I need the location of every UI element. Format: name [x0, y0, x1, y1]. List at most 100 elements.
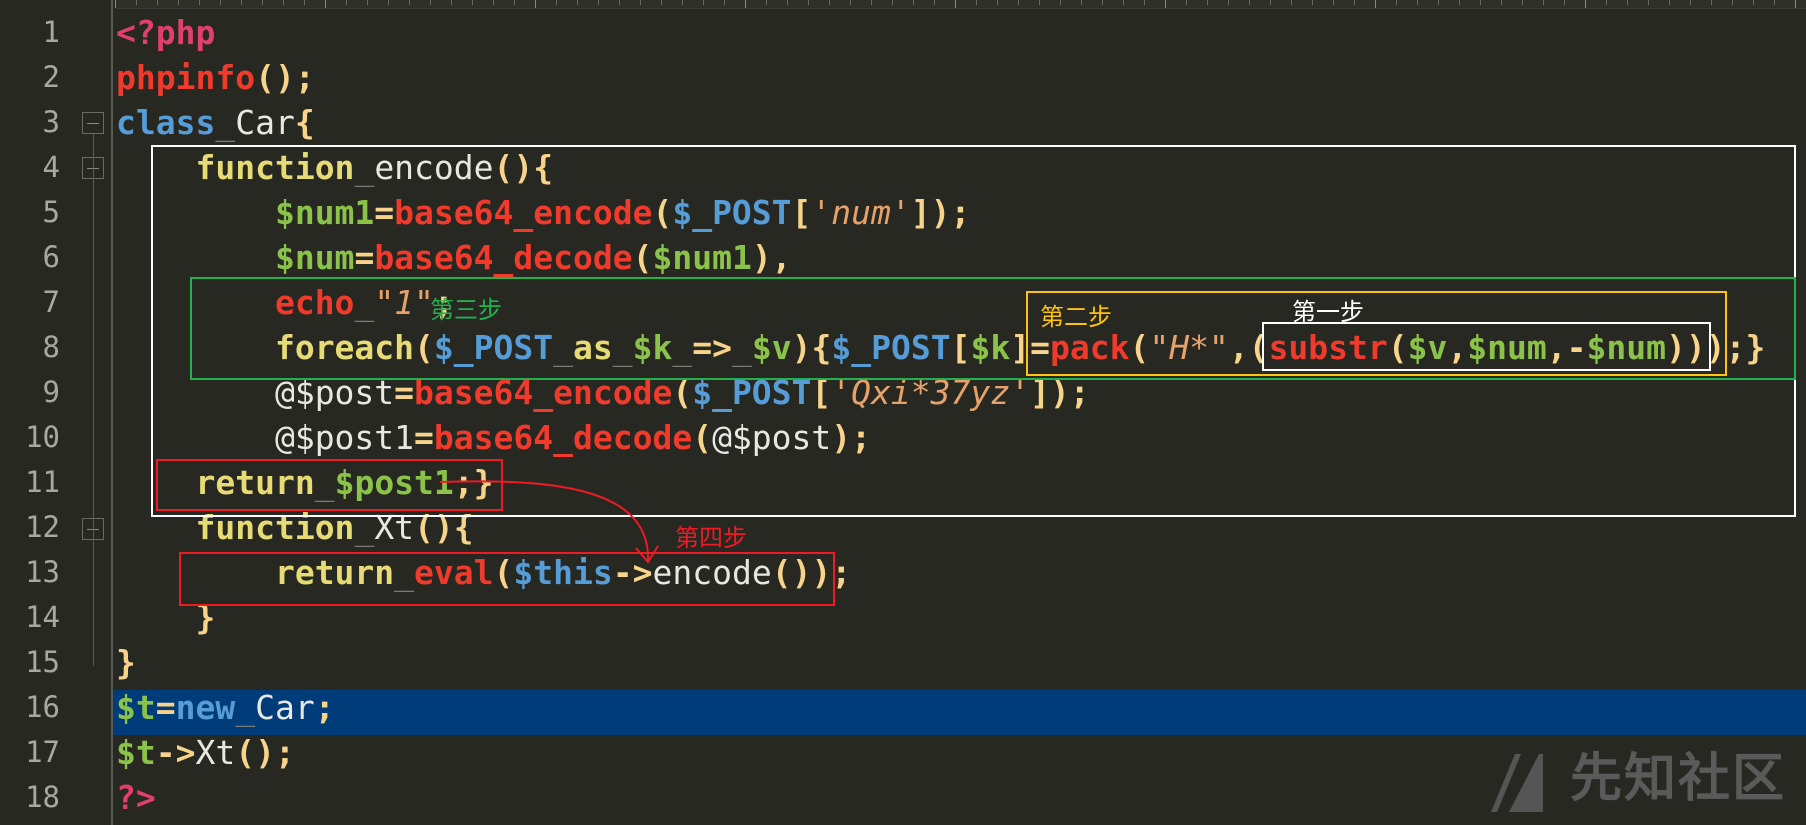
line-number: 12 — [25, 510, 60, 544]
step1-label: 第一步 — [1292, 298, 1364, 326]
ruler-tick — [472, 0, 473, 5]
ruler-tick — [808, 0, 809, 5]
ruler-tick — [241, 0, 242, 5]
ruler-tick — [766, 0, 767, 5]
ruler-tick — [1438, 0, 1439, 5]
step3-label: 第三步 — [430, 296, 502, 324]
ruler-tick — [1753, 0, 1754, 5]
ruler-tick — [388, 0, 389, 5]
code-line[interactable]: 3 class_Car{ — [0, 100, 1806, 145]
code-line[interactable]: 16 $t=new_Car; — [0, 685, 1806, 730]
ruler — [115, 0, 1806, 9]
ruler-tick — [493, 0, 494, 5]
ruler-tick — [1081, 0, 1082, 5]
ruler-tick — [1123, 0, 1124, 5]
ruler-tick — [1039, 0, 1040, 5]
ruler-tick — [724, 0, 725, 5]
ruler-tick — [1396, 0, 1397, 5]
ruler-tick — [1501, 0, 1502, 5]
ruler-tick — [1354, 0, 1355, 5]
code-line[interactable]: 1 <?php — [0, 10, 1806, 55]
ruler-tick — [304, 0, 305, 5]
ruler-tick — [1795, 0, 1796, 8]
code-line[interactable]: 15} — [0, 640, 1806, 685]
ruler-tick — [1669, 0, 1670, 5]
ruler-tick — [220, 0, 221, 5]
ruler-tick — [934, 0, 935, 5]
line-number: 9 — [42, 375, 60, 409]
annotation-red-box-return — [156, 459, 503, 511]
step4-label: 第四步 — [675, 524, 747, 552]
ruler-tick — [913, 0, 914, 5]
line-number: 16 — [25, 690, 60, 724]
ruler-tick — [1648, 0, 1649, 5]
ruler-tick — [598, 0, 599, 5]
ruler-tick — [178, 0, 179, 5]
ruler-tick — [514, 0, 515, 5]
annotation-step1-box — [1262, 322, 1711, 371]
ruler-tick — [1060, 0, 1061, 5]
line-number: 15 — [25, 645, 60, 679]
ruler-tick — [556, 0, 557, 5]
fold-toggle-icon[interactable] — [82, 112, 104, 134]
ruler-tick — [1102, 0, 1103, 5]
line-number: 1 — [42, 15, 60, 49]
ruler-tick — [703, 0, 704, 5]
line-number: 3 — [42, 105, 60, 139]
ruler-tick — [1690, 0, 1691, 5]
line-number: 6 — [42, 240, 60, 274]
ruler-tick — [1207, 0, 1208, 5]
ruler-tick — [619, 0, 620, 5]
line-number: 11 — [25, 465, 60, 499]
ruler-tick — [367, 0, 368, 5]
ruler-tick — [325, 0, 326, 8]
ruler-tick — [1732, 0, 1733, 5]
code-text: $t=new_Car; — [116, 688, 335, 727]
ruler-tick — [1522, 0, 1523, 5]
code-line[interactable]: 2 phpinfo(); — [0, 55, 1806, 100]
line-number: 10 — [25, 420, 60, 454]
ruler-tick — [1459, 0, 1460, 5]
ruler-tick — [1165, 0, 1166, 8]
ruler-tick — [115, 0, 116, 8]
ruler-tick — [682, 0, 683, 5]
line-number: 5 — [42, 195, 60, 229]
ruler-tick — [346, 0, 347, 5]
line-number: 2 — [42, 60, 60, 94]
ruler-tick — [1333, 0, 1334, 5]
ruler-tick — [892, 0, 893, 5]
ruler-tick — [1018, 0, 1019, 5]
ruler-tick — [262, 0, 263, 5]
ruler-tick — [1606, 0, 1607, 5]
code-text: } — [116, 643, 136, 682]
line-number: 17 — [25, 735, 60, 769]
annotation-red-box-eval — [179, 552, 835, 606]
ruler-tick — [1480, 0, 1481, 5]
line-number: 18 — [25, 780, 60, 814]
line-number: 4 — [42, 150, 60, 184]
code-text: ?> — [116, 778, 156, 817]
ruler-tick — [955, 0, 956, 8]
ruler-tick — [136, 0, 137, 5]
ruler-tick — [661, 0, 662, 5]
ruler-tick — [430, 0, 431, 5]
ruler-tick — [1375, 0, 1376, 8]
ruler-tick — [997, 0, 998, 5]
ruler-tick — [976, 0, 977, 5]
ruler-tick — [1249, 0, 1250, 5]
line-number: 14 — [25, 600, 60, 634]
code-text: phpinfo(); — [116, 58, 315, 97]
ruler-tick — [745, 0, 746, 8]
line-number: 13 — [25, 555, 60, 589]
ruler-tick — [829, 0, 830, 5]
ruler-tick — [1144, 0, 1145, 5]
ruler-tick — [451, 0, 452, 5]
step2-label: 第二步 — [1040, 303, 1112, 331]
ruler-tick — [199, 0, 200, 5]
ruler-tick — [1627, 0, 1628, 5]
ruler-tick — [1774, 0, 1775, 5]
ruler-tick — [1312, 0, 1313, 5]
ruler-tick — [1270, 0, 1271, 5]
ruler-tick — [787, 0, 788, 5]
ruler-tick — [409, 0, 410, 5]
